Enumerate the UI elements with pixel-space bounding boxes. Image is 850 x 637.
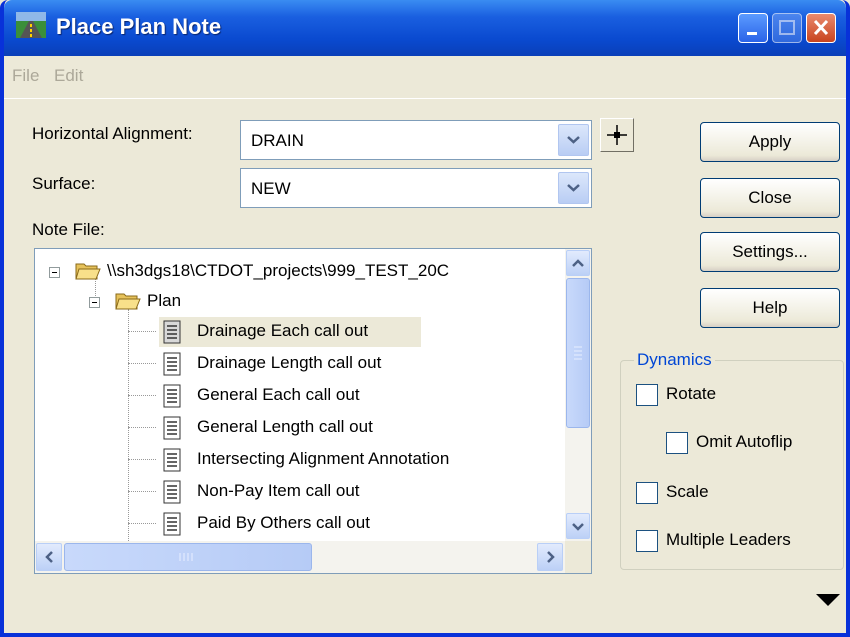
chevron-right-icon [547,551,555,563]
surface-dropdown-button[interactable] [558,172,589,204]
tree-line [128,459,156,460]
horizontal-alignment-value: DRAIN [251,131,304,150]
minimize-icon [747,32,757,35]
tree-item-label: Drainage Each call out [197,321,369,340]
tree-root-label: \\sh3dgs18\CTDOT_projects\999_TEST_20C [107,261,450,280]
tree-item-label: Non-Pay Item call out [197,481,360,500]
grip-icon [179,553,193,561]
app-icon [16,12,46,38]
surface-select[interactable]: NEW [240,168,592,208]
tree-line [128,491,156,492]
close-window-button[interactable] [806,13,836,43]
collapse-icon[interactable] [49,267,60,278]
tree-item[interactable]: Intersecting Alignment Annotation [159,445,559,475]
horizontal-alignment-dropdown-button[interactable] [558,124,589,156]
tree-item-label: Paid By Others call out [197,513,370,532]
note-file-icon [163,512,181,536]
maximize-button[interactable] [772,13,802,43]
note-file-icon [163,384,181,408]
maximize-icon [779,20,795,35]
close-button[interactable]: Close [700,178,840,218]
scroll-down-button[interactable] [566,513,590,539]
chevron-left-icon [45,551,53,563]
close-icon [813,19,829,36]
tree-item[interactable]: General Length call out [159,413,559,443]
note-file-tree[interactable]: \\sh3dgs18\CTDOT_projects\999_TEST_20C P… [34,248,592,574]
rotate-checkbox[interactable] [636,384,658,406]
title-bar[interactable]: Place Plan Note [4,0,846,56]
scrollbar-corner [565,541,591,573]
chevron-up-icon [572,259,584,267]
menu-bar: File Edit [4,56,846,99]
tree-line [128,523,156,524]
chevron-down-icon [567,136,580,144]
tree-item-selected[interactable]: Drainage Each call out [159,317,421,347]
menu-file[interactable]: File [12,66,39,86]
note-file-icon [163,352,181,376]
omit-autoflip-label[interactable]: Omit Autoflip [696,432,792,452]
scale-label[interactable]: Scale [666,482,709,502]
chevron-down-icon [572,523,584,531]
vertical-scrollbar[interactable] [565,249,591,541]
horizontal-scroll-thumb[interactable] [64,543,312,571]
note-file-icon [163,320,181,344]
note-file-icon [163,416,181,440]
folder-open-icon [115,293,141,310]
chevron-down-icon [567,184,580,192]
window-title: Place Plan Note [56,14,222,39]
note-file-label: Note File: [32,220,105,239]
multiple-leaders-checkbox[interactable] [636,530,658,552]
tree-line [128,395,156,396]
tree-line [128,363,156,364]
surface-label: Surface: [32,174,96,193]
scroll-up-button[interactable] [566,250,590,276]
tree-folder-plan[interactable]: Plan [35,287,565,317]
multiple-leaders-label[interactable]: Multiple Leaders [666,530,791,550]
tree-folder-label: Plan [147,291,182,310]
tree-item-label: Intersecting Alignment Annotation [197,449,450,468]
place-plan-note-window: Place Plan Note File Edit Horizontal Ali… [0,0,850,637]
scroll-right-button[interactable] [537,543,563,571]
expand-dialog-icon[interactable] [816,594,840,606]
tree-line [128,427,156,428]
vertical-scroll-thumb[interactable] [566,278,590,428]
tree-content: \\sh3dgs18\CTDOT_projects\999_TEST_20C P… [35,249,565,541]
tree-item[interactable]: General Each call out [159,381,559,411]
pick-alignment-button[interactable] [600,118,634,152]
rotate-label[interactable]: Rotate [666,384,716,404]
menu-edit[interactable]: Edit [54,66,83,86]
note-file-icon [163,480,181,504]
collapse-icon[interactable] [89,297,100,308]
tree-line [128,309,129,541]
crosshair-icon [607,125,627,145]
apply-button[interactable]: Apply [700,122,840,162]
scale-checkbox[interactable] [636,482,658,504]
tree-root-node[interactable]: \\sh3dgs18\CTDOT_projects\999_TEST_20C [35,257,565,287]
tree-item[interactable]: Drainage Length call out [159,349,559,379]
tree-line [128,331,156,332]
tree-item[interactable]: Non-Pay Item call out [159,477,559,507]
folder-open-icon [75,263,101,280]
surface-value: NEW [251,179,291,198]
note-file-icon [163,448,181,472]
tree-item-label: General Each call out [197,385,360,404]
scroll-left-button[interactable] [36,543,62,571]
horizontal-alignment-label: Horizontal Alignment: [32,124,193,143]
settings-button[interactable]: Settings... [700,232,840,272]
tree-item-label: Drainage Length call out [197,353,382,372]
help-button[interactable]: Help [700,288,840,328]
grip-icon [574,346,582,360]
horizontal-scrollbar[interactable] [35,541,565,573]
tree-item[interactable]: Paid By Others call out [159,509,559,539]
horizontal-alignment-select[interactable]: DRAIN [240,120,592,160]
minimize-button[interactable] [738,13,768,43]
tree-item-label: General Length call out [197,417,373,436]
omit-autoflip-checkbox[interactable] [666,432,688,454]
dynamics-group-title: Dynamics [634,350,715,370]
